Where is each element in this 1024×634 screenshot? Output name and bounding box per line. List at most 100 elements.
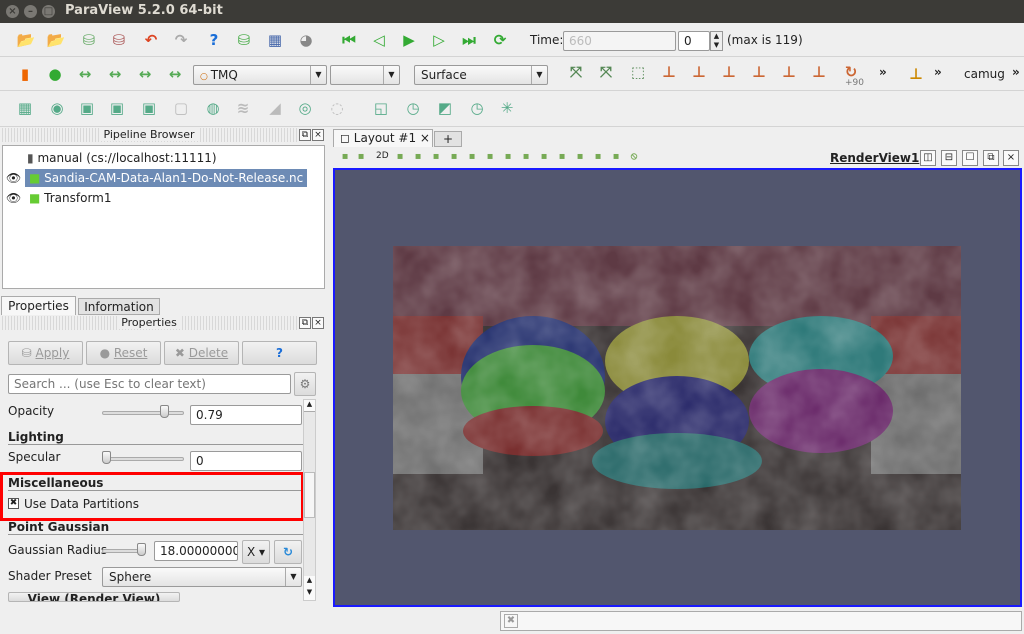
representation-select[interactable]: Surface ▼	[414, 65, 548, 85]
set-view-plus-y-icon[interactable]: ⊥	[718, 61, 740, 83]
rescale-visible-icon[interactable]: ↔	[164, 63, 186, 85]
split-horizontal-icon[interactable]: ◫	[920, 150, 936, 166]
help-icon[interactable]: ?	[203, 29, 225, 51]
color-legend-icon[interactable]: ▮	[14, 63, 36, 85]
edit-colormap-icon[interactable]: ●	[44, 63, 66, 85]
close-tab-icon[interactable]: ×	[420, 131, 430, 145]
select-points-on-icon[interactable]: ▪	[483, 148, 497, 164]
open-file-icon[interactable]: 📂	[15, 29, 37, 51]
split-vertical-icon[interactable]: ⊟	[941, 150, 957, 166]
group-datasets-icon[interactable]: ◎	[294, 97, 316, 119]
loop-icon[interactable]: ⟳	[489, 29, 511, 51]
set-view-minus-z-icon[interactable]: ⊥	[808, 61, 830, 83]
warp-by-vector-icon[interactable]: ◢	[264, 97, 286, 119]
calculator-icon[interactable]: ▦	[14, 97, 36, 119]
first-frame-icon[interactable]: ⏮	[338, 29, 360, 51]
opacity-slider[interactable]	[102, 411, 184, 415]
select-through-icon[interactable]: ▪	[429, 148, 443, 164]
zoom-to-box-icon[interactable]: ⬚	[627, 61, 649, 83]
delete-button[interactable]: ✖ Delete	[164, 341, 239, 365]
save-state-icon[interactable]: ⛁	[233, 29, 255, 51]
close-view-icon[interactable]: ×	[1003, 150, 1019, 166]
abort-icon[interactable]: ✖	[504, 614, 518, 628]
reset-radius-icon[interactable]: ↻	[274, 540, 302, 564]
edit-ruler-icon[interactable]: ▪	[573, 148, 587, 164]
specular-slider-handle[interactable]	[102, 451, 111, 464]
orientation-axes-icon[interactable]: ⊥	[905, 63, 927, 85]
clear-selection-icon[interactable]: ▪	[519, 148, 533, 164]
color-by-select[interactable]: ○ TMQ ▼	[193, 65, 327, 85]
slice-icon[interactable]: ▣	[106, 97, 128, 119]
find-data-icon[interactable]: ▪	[501, 148, 515, 164]
extract-subset-icon[interactable]: ▢	[170, 97, 192, 119]
timestep-field[interactable]: 0	[678, 31, 710, 51]
scroll-up-icon[interactable]: ▲	[304, 576, 315, 588]
gaussian-radius-slider-handle[interactable]	[137, 543, 146, 556]
opacity-field[interactable]: 0.79	[190, 405, 302, 425]
set-view-minus-y-icon[interactable]: ⊥	[748, 61, 770, 83]
extract-selection-icon[interactable]: ◱	[370, 97, 392, 119]
set-view-plus-x-icon[interactable]: ⊥	[658, 61, 680, 83]
zoom-to-data-icon[interactable]: ⤧	[595, 61, 617, 83]
reset-session-icon[interactable]: ⦸	[627, 148, 641, 164]
tab-information[interactable]: Information	[78, 298, 160, 315]
rescale-temporal-icon[interactable]: ↔	[134, 63, 156, 85]
render-view[interactable]	[333, 168, 1022, 607]
more-button[interactable]: »	[879, 65, 887, 79]
close-icon[interactable]: ×	[312, 129, 324, 141]
specular-field[interactable]: 0	[190, 451, 302, 471]
capture-screenshot-icon[interactable]: ▦	[264, 29, 286, 51]
select-block-icon[interactable]: ▪	[411, 148, 425, 164]
interactive-select-icon[interactable]: ▪	[354, 148, 368, 164]
close-window-icon[interactable]: ×	[6, 5, 19, 18]
color-palette-icon[interactable]: ◕	[295, 29, 317, 51]
redo-icon[interactable]: ↷	[170, 29, 192, 51]
help-button[interactable]: ?	[242, 341, 317, 365]
mirror-icon[interactable]: ✳	[496, 97, 518, 119]
add-layout-tab[interactable]: +	[434, 131, 462, 147]
select-polygon-icon[interactable]: ▪	[447, 148, 461, 164]
extract-level-icon[interactable]: ◌	[326, 97, 348, 119]
grow-selection-icon[interactable]: ▪	[537, 148, 551, 164]
load-state-icon[interactable]: 📂	[45, 29, 67, 51]
select-points-icon[interactable]: ▪	[393, 148, 407, 164]
specular-slider[interactable]	[102, 457, 184, 461]
hover-points-icon[interactable]: ▪	[609, 148, 623, 164]
undock-icon[interactable]: ⧉	[299, 317, 311, 329]
pipeline-item-transform[interactable]: ■ Transform1	[29, 189, 112, 207]
plot-over-line-icon[interactable]: ◩	[434, 97, 456, 119]
more-button[interactable]: »	[1012, 65, 1020, 79]
rescale-custom-icon[interactable]: ↔	[104, 63, 126, 85]
shader-preset-select[interactable]: Sphere ▼	[102, 567, 302, 587]
rescale-range-icon[interactable]: ↔	[74, 63, 96, 85]
threshold-icon[interactable]: ▣	[138, 97, 160, 119]
undock-icon[interactable]: ⧉	[299, 129, 311, 141]
contour-icon[interactable]: ◉	[46, 97, 68, 119]
opacity-slider-handle[interactable]	[160, 405, 170, 418]
component-select[interactable]: ▼	[330, 65, 400, 85]
stream-tracer-icon[interactable]: ≋	[232, 97, 254, 119]
pipeline-item-server[interactable]: ▮ manual (cs://localhost:11111)	[27, 149, 217, 167]
reset-camera-icon[interactable]: ⤧	[565, 61, 587, 83]
search-input[interactable]	[8, 374, 291, 394]
set-view-plus-z-icon[interactable]: ⊥	[778, 61, 800, 83]
clip-icon[interactable]: ▣	[76, 97, 98, 119]
select-cells-on-icon[interactable]: ▪	[465, 148, 479, 164]
glyph-icon[interactable]: ◍	[202, 97, 224, 119]
tab-layout-1[interactable]: ◻ Layout #1 ×	[333, 129, 433, 147]
pick-center-icon[interactable]: ▪	[591, 148, 605, 164]
timestep-spinner[interactable]: ▲ ▼	[710, 31, 723, 51]
pipeline-item-reader[interactable]: ■ Sandia-CAM-Data-Alan1-Do-Not-Release.n…	[25, 169, 308, 187]
plot-selection-icon[interactable]: ◷	[466, 97, 488, 119]
camug-label[interactable]: camug	[964, 67, 1005, 81]
time-field[interactable]: 660	[563, 31, 676, 51]
scroll-down-icon[interactable]: ▼	[304, 588, 315, 600]
set-view-minus-x-icon[interactable]: ⊥	[688, 61, 710, 83]
select-cells-icon[interactable]: ▪	[338, 148, 352, 164]
undock-view-icon[interactable]: ⧉	[983, 150, 999, 166]
scroll-up-icon[interactable]: ▲	[304, 400, 315, 412]
maximize-window-icon[interactable]: □	[42, 5, 55, 18]
undo-icon[interactable]: ↶	[140, 29, 162, 51]
disconnect-icon[interactable]: ⛁	[108, 29, 130, 51]
eye-icon[interactable]: 👁	[6, 189, 21, 207]
